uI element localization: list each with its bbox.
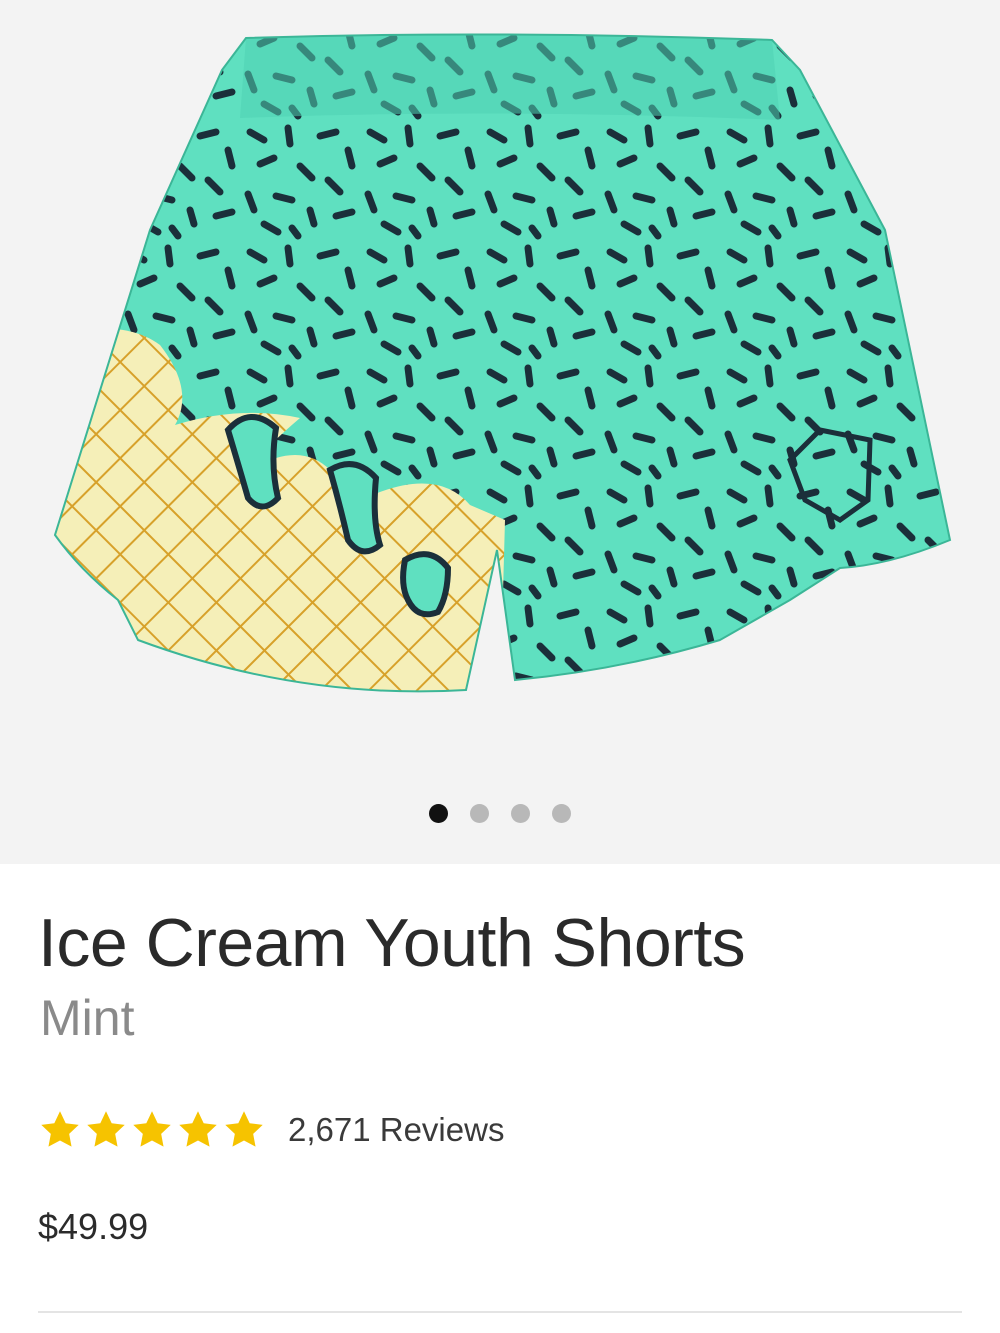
gallery-dot-2[interactable]	[470, 803, 489, 823]
star-icon	[133, 1111, 171, 1147]
product-title: Ice Cream Youth Shorts	[38, 905, 746, 981]
product-gallery[interactable]	[0, 0, 1000, 864]
product-color: Mint	[40, 990, 135, 1046]
star-icon	[87, 1111, 125, 1147]
product-price: $49.99	[38, 1206, 149, 1247]
product-rating[interactable]: 2,671 Reviews	[38, 1108, 504, 1152]
gallery-pagination[interactable]	[0, 803, 1000, 823]
star-icon	[225, 1111, 263, 1147]
gallery-dot-3[interactable]	[511, 803, 530, 823]
product-image[interactable]	[0, 0, 1000, 760]
star-icon	[179, 1111, 217, 1147]
divider	[38, 1311, 962, 1313]
gallery-dot-1[interactable]	[429, 803, 448, 823]
gallery-dot-4[interactable]	[552, 803, 571, 823]
star-icon	[41, 1111, 79, 1147]
reviews-link[interactable]: 2,671 Reviews	[288, 1111, 504, 1149]
star-rating	[38, 1108, 266, 1152]
